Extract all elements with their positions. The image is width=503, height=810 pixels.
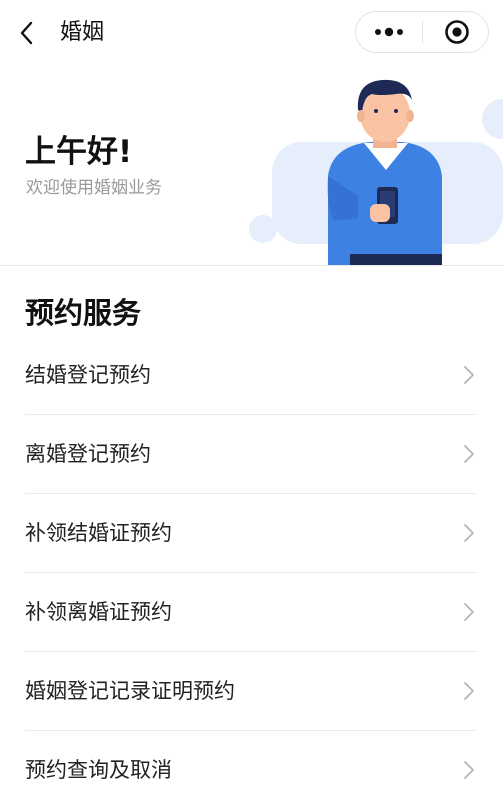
welcome-text: 欢迎使用婚姻业务 bbox=[26, 178, 162, 198]
chevron-right-icon bbox=[464, 682, 474, 700]
close-mini-program-button[interactable] bbox=[423, 12, 489, 52]
menu-item-label: 预约查询及取消 bbox=[25, 758, 172, 782]
section-title: 预约服务 bbox=[25, 296, 142, 330]
chevron-left-icon bbox=[20, 21, 33, 45]
menu-item-label: 结婚登记预约 bbox=[25, 363, 151, 387]
chevron-right-icon bbox=[464, 445, 474, 463]
menu-item-query-and-cancel[interactable]: 预约查询及取消 bbox=[25, 731, 477, 810]
mini-program-capsule bbox=[355, 11, 489, 53]
person-with-phone-illustration bbox=[249, 79, 503, 266]
greeting-text: 上午好! bbox=[25, 134, 133, 170]
hero-divider bbox=[0, 265, 503, 266]
service-menu: 结婚登记预约 离婚登记预约 补领结婚证预约 补领离婚证预约 婚姻登记记录证明预约 bbox=[0, 336, 503, 810]
menu-item-registration-record-certificate[interactable]: 婚姻登记记录证明预约 bbox=[25, 652, 477, 731]
menu-item-marriage-registration[interactable]: 结婚登记预约 bbox=[25, 336, 477, 415]
menu-item-label: 离婚登记预约 bbox=[25, 442, 151, 466]
chevron-right-icon bbox=[464, 524, 474, 542]
hero-banner: 上午好! 欢迎使用婚姻业务 bbox=[0, 66, 503, 266]
chevron-right-icon bbox=[464, 761, 474, 779]
more-dots-icon bbox=[375, 27, 403, 37]
menu-item-reissue-divorce-certificate[interactable]: 补领离婚证预约 bbox=[25, 573, 477, 652]
back-button[interactable] bbox=[12, 14, 48, 52]
menu-item-label: 婚姻登记记录证明预约 bbox=[25, 679, 235, 703]
chevron-right-icon bbox=[464, 603, 474, 621]
menu-item-label: 补领离婚证预约 bbox=[25, 600, 172, 624]
menu-item-divorce-registration[interactable]: 离婚登记预约 bbox=[25, 415, 477, 494]
menu-item-label: 补领结婚证预约 bbox=[25, 521, 172, 545]
more-button[interactable] bbox=[356, 12, 422, 52]
page-title: 婚姻 bbox=[60, 20, 105, 45]
chevron-right-icon bbox=[464, 366, 474, 384]
menu-item-reissue-marriage-certificate[interactable]: 补领结婚证预约 bbox=[25, 494, 477, 573]
navigation-bar: 婚姻 bbox=[0, 0, 503, 66]
target-close-icon bbox=[445, 20, 469, 44]
